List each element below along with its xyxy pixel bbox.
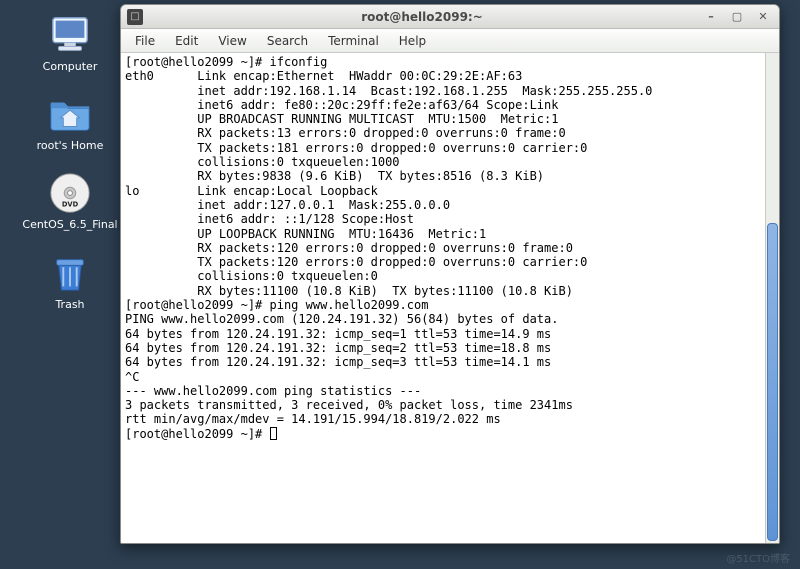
desktop-icon-label: Computer [43, 60, 98, 73]
menu-search[interactable]: Search [257, 29, 318, 52]
terminal-line: inet addr:127.0.0.1 Mask:255.0.0.0 [125, 198, 761, 212]
close-button[interactable]: ✕ [753, 9, 773, 25]
terminal-line: eth0 Link encap:Ethernet HWaddr 00:0C:29… [125, 69, 761, 83]
terminal-line: 64 bytes from 120.24.191.32: icmp_seq=2 … [125, 341, 761, 355]
desktop-icon-home[interactable]: root's Home [0, 91, 140, 152]
home-folder-icon [47, 91, 93, 137]
terminal-line: 64 bytes from 120.24.191.32: icmp_seq=3 … [125, 355, 761, 369]
desktop-icon-label: CentOS_6.5_Final [22, 218, 117, 231]
desktop-icon-label: Trash [55, 298, 84, 311]
desktop-icon-trash[interactable]: Trash [0, 250, 140, 311]
terminal-line: lo Link encap:Local Loopback [125, 184, 761, 198]
terminal-line: TX packets:181 errors:0 dropped:0 overru… [125, 141, 761, 155]
menu-view[interactable]: View [208, 29, 256, 52]
terminal-line: collisions:0 txqueuelen:0 [125, 269, 761, 283]
trash-icon [47, 250, 93, 296]
terminal-line: inet addr:192.168.1.14 Bcast:192.168.1.2… [125, 84, 761, 98]
terminal-line: RX packets:13 errors:0 dropped:0 overrun… [125, 126, 761, 140]
terminal-prompt-line: [root@hello2099 ~]# [125, 427, 761, 441]
desktop-icon-disc[interactable]: DVD CentOS_6.5_Final [0, 170, 140, 231]
dvd-disc-icon: DVD [47, 170, 93, 216]
terminal-line: RX packets:120 errors:0 dropped:0 overru… [125, 241, 761, 255]
svg-text:DVD: DVD [62, 201, 79, 209]
menu-help[interactable]: Help [389, 29, 436, 52]
desktop-icon-label: root's Home [37, 139, 104, 152]
watermark: @51CTO博客 [726, 550, 790, 565]
menubar: File Edit View Search Terminal Help [121, 29, 779, 53]
terminal-line: 64 bytes from 120.24.191.32: icmp_seq=1 … [125, 327, 761, 341]
computer-icon [47, 12, 93, 58]
terminal-line: RX bytes:11100 (10.8 KiB) TX bytes:11100… [125, 284, 761, 298]
terminal-line: TX packets:120 errors:0 dropped:0 overru… [125, 255, 761, 269]
menu-terminal[interactable]: Terminal [318, 29, 389, 52]
terminal-line: UP BROADCAST RUNNING MULTICAST MTU:1500 … [125, 112, 761, 126]
window-titlebar[interactable]: □ root@hello2099:~ – ▢ ✕ [121, 5, 779, 29]
terminal-line: inet6 addr: fe80::20c:29ff:fe2e:af63/64 … [125, 98, 761, 112]
minimize-button[interactable]: – [701, 9, 721, 25]
terminal-line: PING www.hello2099.com (120.24.191.32) 5… [125, 312, 761, 326]
terminal-line: collisions:0 txqueuelen:1000 [125, 155, 761, 169]
terminal-line: rtt min/avg/max/mdev = 14.191/15.994/18.… [125, 412, 761, 426]
scrollbar[interactable] [765, 53, 779, 543]
terminal-line: UP LOOPBACK RUNNING MTU:16436 Metric:1 [125, 227, 761, 241]
desktop-area: Computer root's Home DVD CentOS_6.5_Fina… [0, 0, 140, 569]
terminal-line: [root@hello2099 ~]# ifconfig [125, 55, 761, 69]
terminal-line: ^C [125, 370, 761, 384]
terminal-prompt: [root@hello2099 ~]# [125, 427, 270, 441]
scroll-thumb[interactable] [767, 223, 778, 541]
menu-file[interactable]: File [125, 29, 165, 52]
window-title: root@hello2099:~ [149, 10, 695, 24]
terminal-line: RX bytes:9838 (9.6 KiB) TX bytes:8516 (8… [125, 169, 761, 183]
terminal-icon: □ [127, 9, 143, 25]
menu-edit[interactable]: Edit [165, 29, 208, 52]
terminal-line: inet6 addr: ::1/128 Scope:Host [125, 212, 761, 226]
terminal-window: □ root@hello2099:~ – ▢ ✕ File Edit View … [120, 4, 780, 544]
desktop-icon-computer[interactable]: Computer [0, 12, 140, 73]
terminal-line: --- www.hello2099.com ping statistics --… [125, 384, 761, 398]
maximize-button[interactable]: ▢ [727, 9, 747, 25]
cursor-icon [270, 427, 277, 440]
terminal-line: [root@hello2099 ~]# ping www.hello2099.c… [125, 298, 761, 312]
terminal-area: [root@hello2099 ~]# ifconfigeth0 Link en… [121, 53, 779, 543]
terminal-output[interactable]: [root@hello2099 ~]# ifconfigeth0 Link en… [121, 53, 765, 543]
terminal-line: 3 packets transmitted, 3 received, 0% pa… [125, 398, 761, 412]
